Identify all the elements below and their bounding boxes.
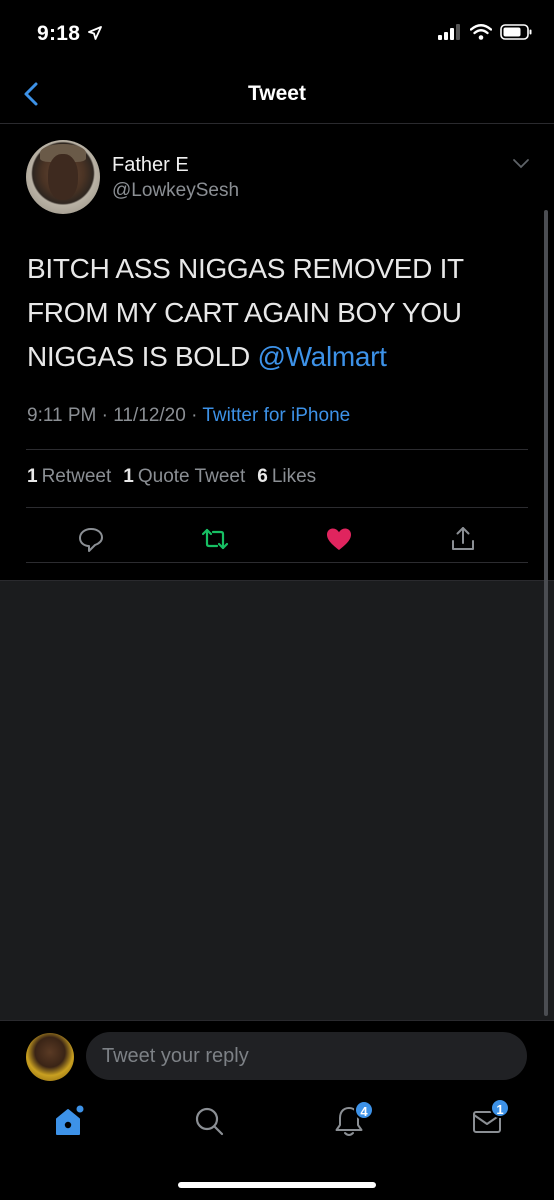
status-time: 9:18 bbox=[37, 22, 81, 45]
caret-down-icon[interactable] bbox=[512, 158, 530, 170]
heart-icon[interactable] bbox=[324, 524, 354, 554]
messages-badge: 1 bbox=[490, 1098, 510, 1118]
divider bbox=[26, 562, 528, 563]
quotes-label: Quote Tweet bbox=[137, 466, 246, 487]
avatar-face bbox=[48, 154, 78, 200]
tweet-time: 9:11 PM bbox=[27, 405, 97, 426]
tweet-stats: 1 Retweet 1 Quote Tweet 6 Likes bbox=[27, 466, 316, 488]
location-arrow-icon bbox=[88, 26, 102, 40]
tweet-actions bbox=[0, 520, 554, 560]
retweet-icon[interactable] bbox=[200, 524, 230, 554]
tweet-source-link[interactable]: Twitter for iPhone bbox=[202, 405, 350, 426]
tweet-meta: 9:11 PM · 11/12/20 · Twitter for iPhone bbox=[27, 405, 350, 427]
status-bar: 9:18 bbox=[0, 0, 554, 62]
meta-separator: · bbox=[191, 405, 198, 426]
divider bbox=[26, 507, 528, 508]
reply-bar: Tweet your reply bbox=[0, 1020, 554, 1090]
reply-icon[interactable] bbox=[76, 524, 106, 554]
tweet-body: BITCH ASS NIGGAS REMOVED IT FROM MY CART… bbox=[27, 253, 464, 372]
likes-count: 6 bbox=[257, 466, 268, 487]
notifications-badge: 4 bbox=[354, 1100, 374, 1120]
author-handle[interactable]: @LowkeySesh bbox=[112, 180, 239, 202]
signal-icon bbox=[438, 24, 460, 40]
reply-input[interactable]: Tweet your reply bbox=[86, 1032, 527, 1080]
navigation-bar: Tweet bbox=[0, 62, 554, 124]
author-avatar[interactable] bbox=[26, 140, 100, 214]
page-title: Tweet bbox=[248, 82, 306, 105]
tweet-detail: Father E @LowkeySesh BITCH ASS NIGGAS RE… bbox=[0, 124, 554, 580]
quotes-stat[interactable]: 1 Quote Tweet bbox=[123, 466, 245, 488]
likes-stat[interactable]: 6 Likes bbox=[257, 466, 316, 488]
wifi-icon bbox=[470, 24, 492, 40]
share-icon[interactable] bbox=[448, 524, 478, 554]
mention-link[interactable]: @Walmart bbox=[257, 341, 387, 372]
quotes-count: 1 bbox=[123, 466, 134, 487]
status-icons bbox=[438, 24, 532, 40]
search-icon[interactable] bbox=[192, 1104, 226, 1138]
retweets-count: 1 bbox=[27, 466, 38, 487]
tweet-text: BITCH ASS NIGGAS REMOVED IT FROM MY CART… bbox=[27, 247, 527, 379]
retweets-label: Retweet bbox=[41, 466, 112, 487]
meta-separator: · bbox=[101, 405, 108, 426]
battery-icon bbox=[500, 24, 532, 40]
author-display-name[interactable]: Father E bbox=[112, 154, 189, 177]
likes-label: Likes bbox=[271, 466, 317, 487]
home-icon[interactable] bbox=[52, 1104, 86, 1138]
home-indicator bbox=[178, 1182, 376, 1188]
scrollbar[interactable] bbox=[544, 210, 548, 1016]
user-avatar[interactable] bbox=[26, 1033, 74, 1081]
retweets-stat[interactable]: 1 Retweet bbox=[27, 466, 111, 488]
replies-area bbox=[0, 580, 554, 1020]
tweet-date: 11/12/20 bbox=[113, 405, 186, 426]
divider bbox=[26, 449, 528, 450]
